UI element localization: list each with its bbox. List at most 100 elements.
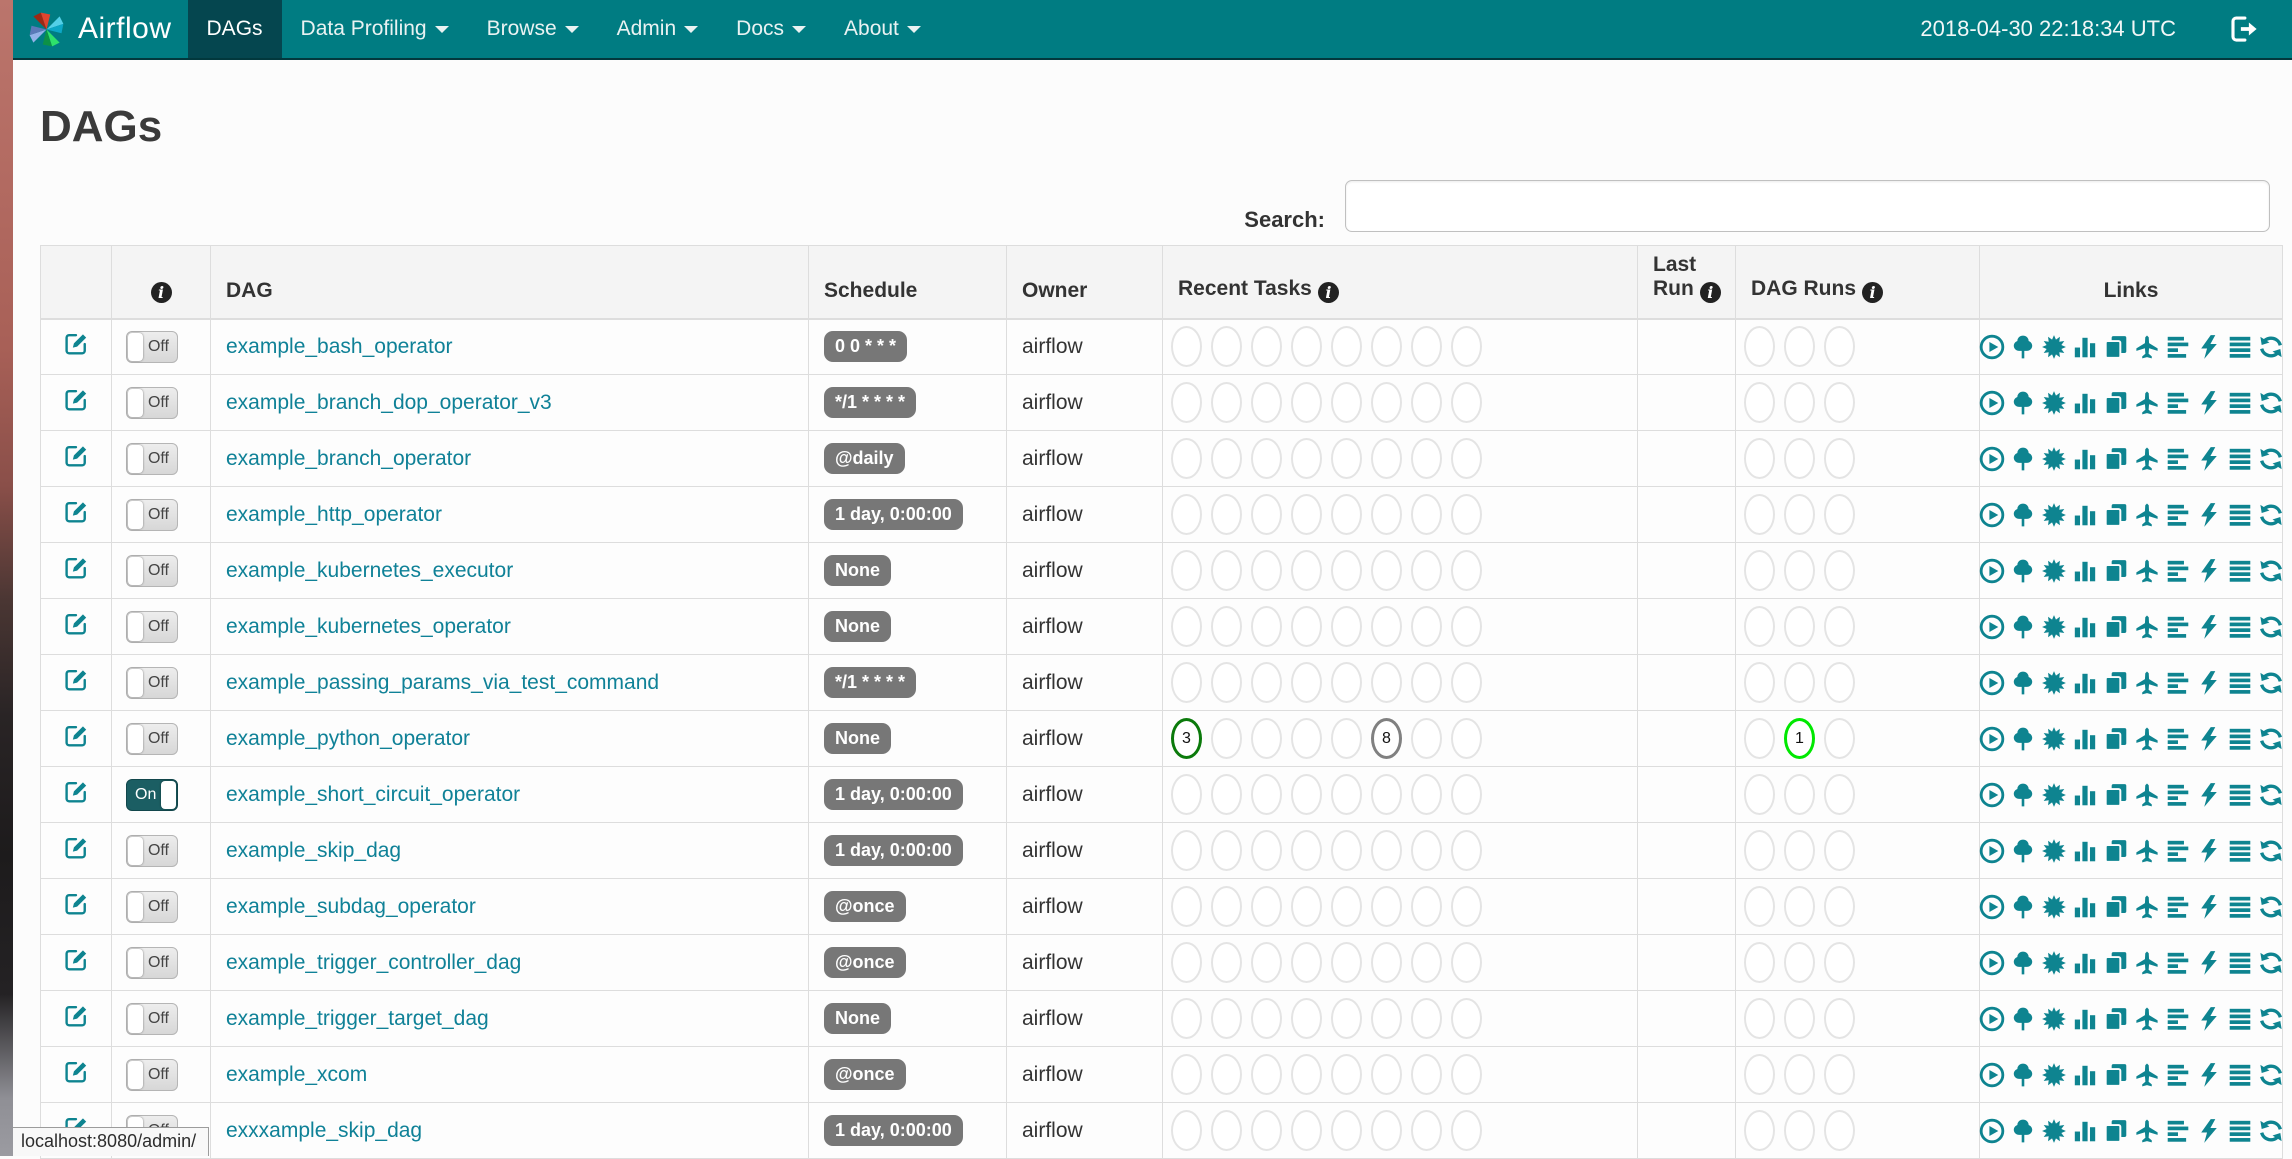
landing-times-icon[interactable] <box>2134 950 2160 976</box>
code-view-icon[interactable] <box>2196 1118 2222 1144</box>
trigger-dag-icon[interactable] <box>1979 390 2005 416</box>
edit-dag-button[interactable] <box>64 723 89 748</box>
pause-toggle[interactable]: Off <box>126 499 178 531</box>
trigger-dag-icon[interactable] <box>1979 670 2005 696</box>
code-view-icon[interactable] <box>2196 838 2222 864</box>
task-tries-icon[interactable] <box>2103 1062 2129 1088</box>
code-view-icon[interactable] <box>2196 1062 2222 1088</box>
edit-dag-button[interactable] <box>64 835 89 860</box>
edit-dag-button[interactable] <box>64 499 89 524</box>
tree-view-icon[interactable] <box>2010 334 2036 360</box>
nav-item-data-profiling[interactable]: Data Profiling <box>282 0 468 58</box>
graph-view-icon[interactable] <box>2041 838 2067 864</box>
pause-toggle[interactable]: Off <box>126 1003 178 1035</box>
graph-view-icon[interactable] <box>2041 502 2067 528</box>
pause-toggle[interactable]: Off <box>126 611 178 643</box>
task-tries-icon[interactable] <box>2103 1006 2129 1032</box>
task-duration-icon[interactable] <box>2072 726 2098 752</box>
nav-item-about[interactable]: About <box>825 0 940 58</box>
graph-view-icon[interactable] <box>2041 1118 2067 1144</box>
pause-toggle[interactable]: Off <box>126 443 178 475</box>
task-instances-icon[interactable] <box>2227 558 2253 584</box>
pause-toggle[interactable]: Off <box>126 891 178 923</box>
tree-view-icon[interactable] <box>2010 558 2036 584</box>
task-instances-icon[interactable] <box>2227 502 2253 528</box>
task-instances-icon[interactable] <box>2227 838 2253 864</box>
task-tries-icon[interactable] <box>2103 334 2129 360</box>
task-duration-icon[interactable] <box>2072 614 2098 640</box>
edit-dag-button[interactable] <box>64 387 89 412</box>
trigger-dag-icon[interactable] <box>1979 334 2005 360</box>
gantt-view-icon[interactable] <box>2165 1118 2191 1144</box>
tree-view-icon[interactable] <box>2010 614 2036 640</box>
refresh-icon[interactable] <box>2258 1118 2284 1144</box>
refresh-icon[interactable] <box>2258 446 2284 472</box>
refresh-icon[interactable] <box>2258 726 2284 752</box>
edit-dag-button[interactable] <box>64 667 89 692</box>
gantt-view-icon[interactable] <box>2165 838 2191 864</box>
dag-link[interactable]: example_skip_dag <box>211 839 401 863</box>
nav-item-admin[interactable]: Admin <box>598 0 718 58</box>
code-view-icon[interactable] <box>2196 614 2222 640</box>
refresh-icon[interactable] <box>2258 838 2284 864</box>
graph-view-icon[interactable] <box>2041 558 2067 584</box>
landing-times-icon[interactable] <box>2134 614 2160 640</box>
task-tries-icon[interactable] <box>2103 502 2129 528</box>
dag-link[interactable]: example_branch_dop_operator_v3 <box>211 391 552 415</box>
gantt-view-icon[interactable] <box>2165 670 2191 696</box>
trigger-dag-icon[interactable] <box>1979 502 2005 528</box>
task-state-circle-queued[interactable]: 8 <box>1371 718 1402 759</box>
task-tries-icon[interactable] <box>2103 838 2129 864</box>
nav-item-docs[interactable]: Docs <box>717 0 825 58</box>
task-duration-icon[interactable] <box>2072 894 2098 920</box>
airflow-brand-link[interactable]: Airflow <box>13 0 188 58</box>
dag-link[interactable]: example_bash_operator <box>211 335 453 359</box>
refresh-icon[interactable] <box>2258 390 2284 416</box>
dag-link[interactable]: example_http_operator <box>211 503 442 527</box>
code-view-icon[interactable] <box>2196 1006 2222 1032</box>
landing-times-icon[interactable] <box>2134 782 2160 808</box>
graph-view-icon[interactable] <box>2041 950 2067 976</box>
task-tries-icon[interactable] <box>2103 726 2129 752</box>
task-instances-icon[interactable] <box>2227 1006 2253 1032</box>
task-tries-icon[interactable] <box>2103 950 2129 976</box>
task-instances-icon[interactable] <box>2227 950 2253 976</box>
tree-view-icon[interactable] <box>2010 782 2036 808</box>
logout-button[interactable] <box>2228 14 2258 44</box>
dag-link[interactable]: example_trigger_controller_dag <box>211 951 521 975</box>
landing-times-icon[interactable] <box>2134 558 2160 584</box>
tree-view-icon[interactable] <box>2010 1006 2036 1032</box>
dag-link[interactable]: example_xcom <box>211 1063 367 1087</box>
pause-toggle[interactable]: Off <box>126 947 178 979</box>
pause-toggle[interactable]: Off <box>126 331 178 363</box>
graph-view-icon[interactable] <box>2041 894 2067 920</box>
graph-view-icon[interactable] <box>2041 670 2067 696</box>
graph-view-icon[interactable] <box>2041 334 2067 360</box>
graph-view-icon[interactable] <box>2041 726 2067 752</box>
tree-view-icon[interactable] <box>2010 446 2036 472</box>
edit-dag-button[interactable] <box>64 947 89 972</box>
landing-times-icon[interactable] <box>2134 446 2160 472</box>
pause-toggle[interactable]: Off <box>126 555 178 587</box>
refresh-icon[interactable] <box>2258 782 2284 808</box>
gantt-view-icon[interactable] <box>2165 894 2191 920</box>
gantt-view-icon[interactable] <box>2165 502 2191 528</box>
gantt-view-icon[interactable] <box>2165 782 2191 808</box>
trigger-dag-icon[interactable] <box>1979 838 2005 864</box>
edit-dag-button[interactable] <box>64 1059 89 1084</box>
landing-times-icon[interactable] <box>2134 1118 2160 1144</box>
tree-view-icon[interactable] <box>2010 950 2036 976</box>
trigger-dag-icon[interactable] <box>1979 1062 2005 1088</box>
code-view-icon[interactable] <box>2196 446 2222 472</box>
tree-view-icon[interactable] <box>2010 1062 2036 1088</box>
task-tries-icon[interactable] <box>2103 670 2129 696</box>
landing-times-icon[interactable] <box>2134 1006 2160 1032</box>
dag-link[interactable]: example_branch_operator <box>211 447 471 471</box>
landing-times-icon[interactable] <box>2134 894 2160 920</box>
task-instances-icon[interactable] <box>2227 670 2253 696</box>
graph-view-icon[interactable] <box>2041 1062 2067 1088</box>
trigger-dag-icon[interactable] <box>1979 726 2005 752</box>
dag-link[interactable]: example_kubernetes_executor <box>211 559 513 583</box>
gantt-view-icon[interactable] <box>2165 614 2191 640</box>
task-tries-icon[interactable] <box>2103 390 2129 416</box>
